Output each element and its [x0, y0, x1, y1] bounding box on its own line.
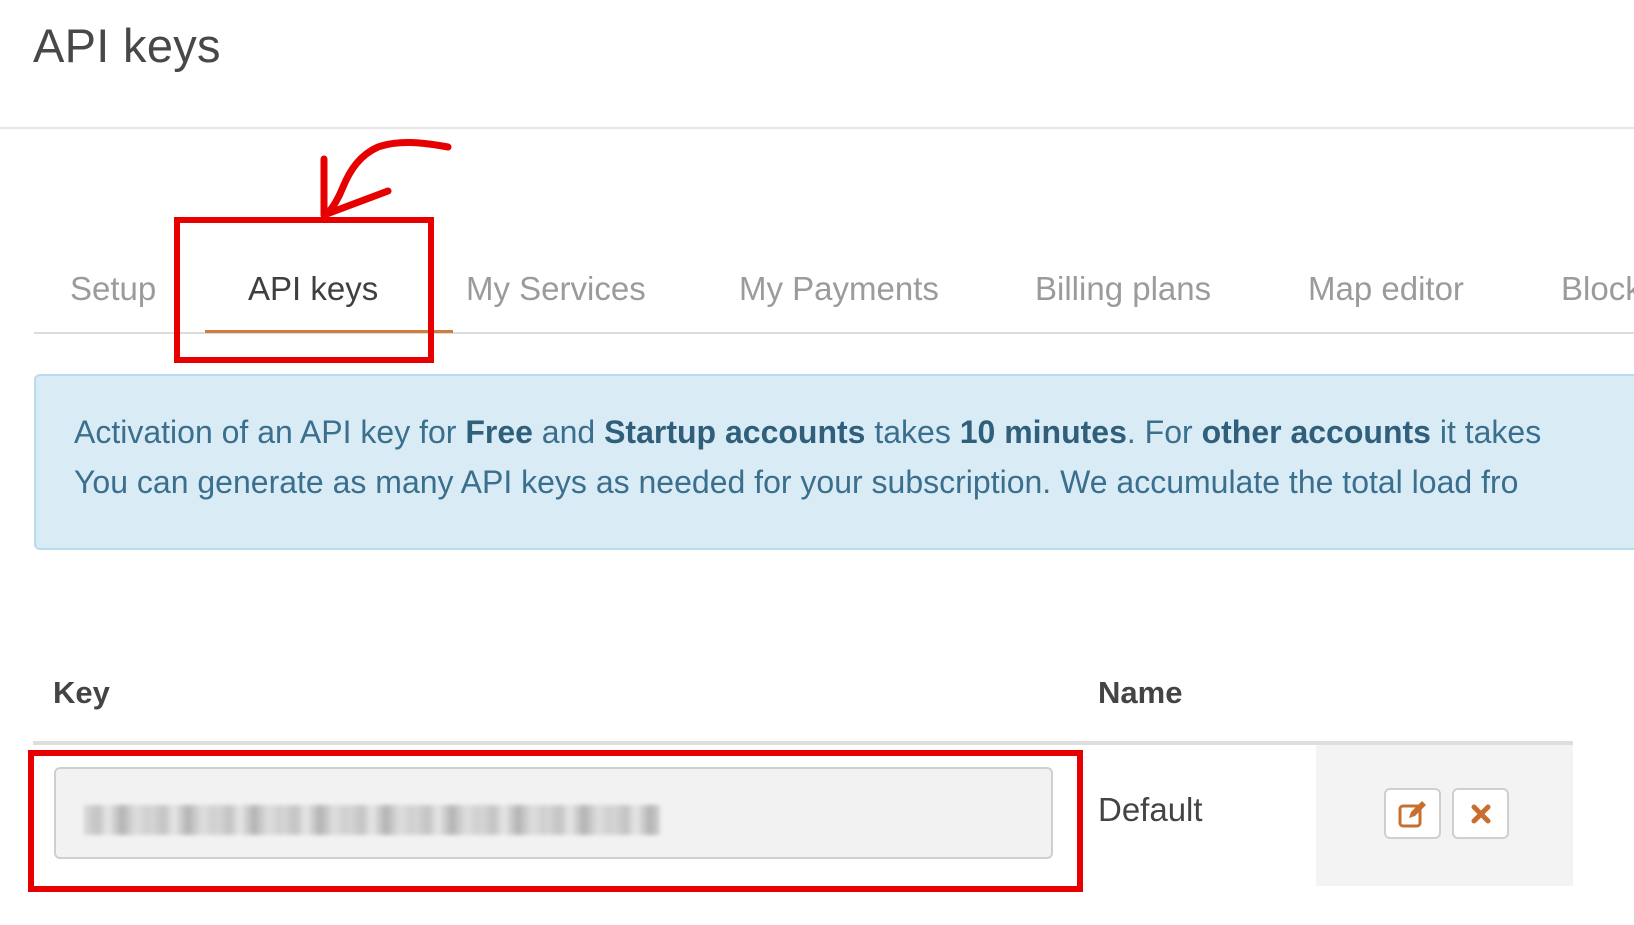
edit-button[interactable]	[1384, 788, 1441, 839]
alert-line-1: Activation of an API key for Free and St…	[74, 414, 1541, 451]
alert-text: takes	[865, 414, 960, 450]
tab-api-keys[interactable]: API keys	[248, 264, 378, 314]
alert-text: Activation of an API key for	[74, 414, 466, 450]
alert-bold-free: Free	[465, 414, 533, 450]
tab-my-payments[interactable]: My Payments	[739, 264, 939, 314]
tab-block[interactable]: Block	[1561, 264, 1634, 314]
column-header-name: Name	[1098, 675, 1183, 710]
active-tab-indicator	[205, 330, 453, 333]
page-title: API keys	[33, 19, 221, 72]
tab-bar: Setup API keys My Services My Payments B…	[34, 240, 1634, 334]
info-alert: Activation of an API key for Free and St…	[34, 374, 1634, 550]
tab-my-services[interactable]: My Services	[466, 264, 646, 314]
tab-billing-plans[interactable]: Billing plans	[1035, 264, 1211, 314]
alert-bold-other: other accounts	[1201, 414, 1431, 450]
api-key-field[interactable]	[54, 767, 1053, 859]
alert-text: it takes	[1430, 414, 1542, 450]
title-divider	[0, 127, 1634, 129]
delete-icon	[1471, 804, 1490, 823]
tab-map-editor[interactable]: Map editor	[1308, 264, 1464, 314]
edit-icon	[1398, 800, 1426, 827]
alert-bold-minutes: 10 minutes	[959, 414, 1127, 450]
column-header-key: Key	[53, 675, 110, 710]
tab-setup[interactable]: Setup	[70, 264, 156, 314]
alert-line-2: You can generate as many API keys as nee…	[74, 464, 1519, 500]
key-name: Default	[1098, 791, 1203, 828]
row-actions	[1316, 745, 1573, 886]
alert-text: and	[532, 414, 605, 450]
alert-text: . For	[1126, 414, 1202, 450]
delete-button[interactable]	[1452, 788, 1509, 839]
annotation-arrow	[320, 138, 452, 219]
alert-bold-startup: Startup accounts	[604, 414, 866, 450]
